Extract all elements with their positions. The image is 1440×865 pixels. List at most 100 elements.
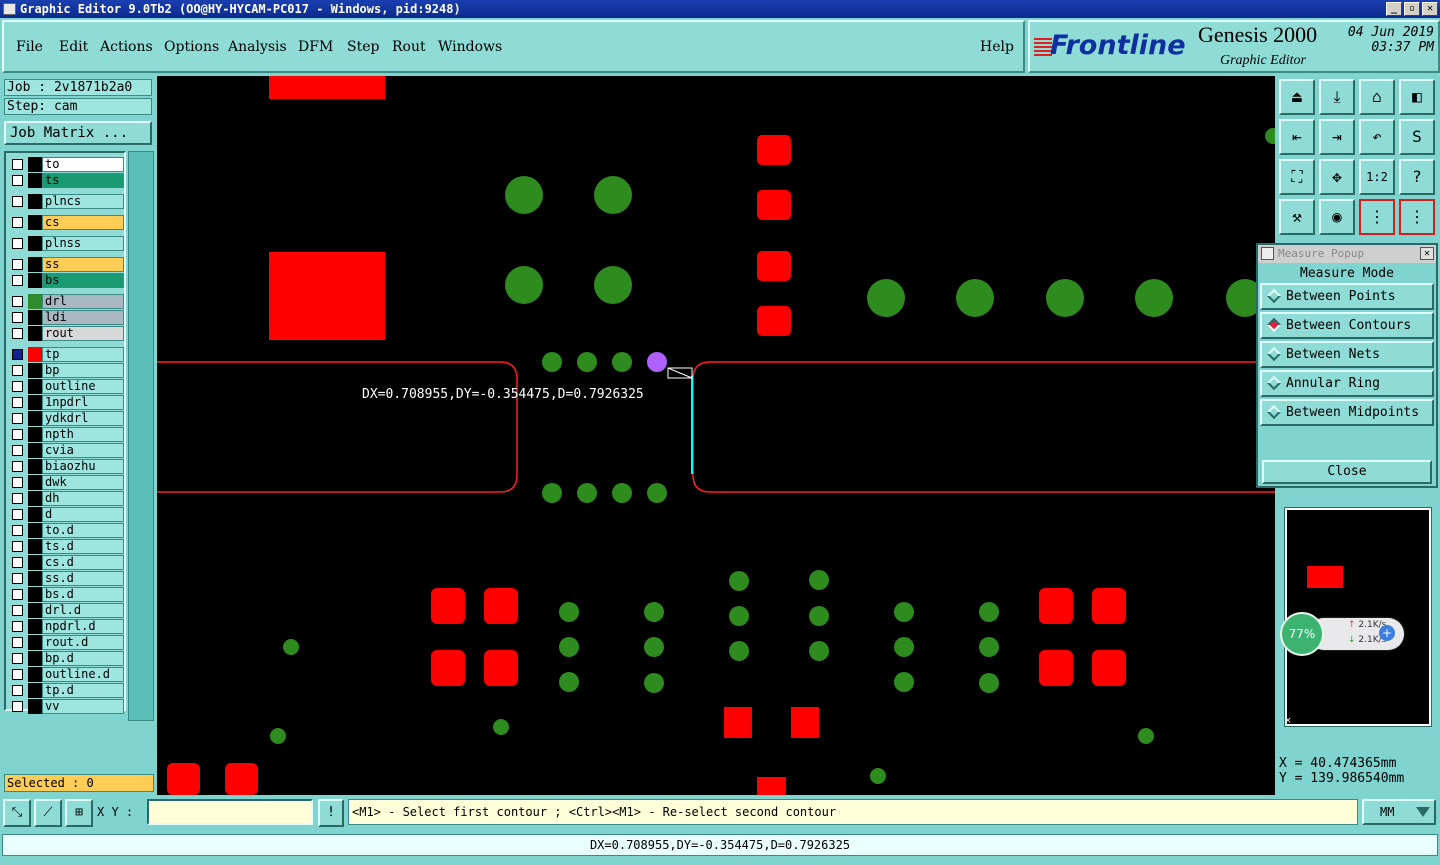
menu-edit[interactable]: Edit [59, 39, 88, 55]
record-icon[interactable]: ◉ [1319, 199, 1355, 235]
layer-checkbox[interactable] [12, 605, 23, 616]
color-layers-alt-icon[interactable]: ⋮ [1399, 199, 1435, 235]
layer-name[interactable]: drl.d [42, 603, 124, 618]
layer-checkbox[interactable] [12, 312, 23, 323]
layer-name[interactable]: ydkdrl [42, 411, 124, 426]
layer-name[interactable]: ts.d [42, 539, 124, 554]
layer-checkbox[interactable] [12, 196, 23, 207]
layer-row-ss-d[interactable]: ss.d [8, 571, 124, 586]
layer-checkbox[interactable] [12, 217, 23, 228]
layer-name[interactable]: to.d [42, 523, 124, 538]
layer-row-1npdrl[interactable]: 1npdrl [8, 395, 124, 410]
measure-option-between-points[interactable]: Between Points [1260, 283, 1434, 310]
menu-help[interactable]: Help [980, 39, 1014, 55]
layer-name[interactable]: to [42, 157, 124, 172]
layer-name[interactable]: biaozhu [42, 459, 124, 474]
layer-row-tp-d[interactable]: tp.d [8, 683, 124, 698]
layer-name[interactable]: plnss [42, 236, 124, 251]
layer-row-biaozhu[interactable]: biaozhu [8, 459, 124, 474]
layer-row-ss[interactable]: ss [8, 257, 124, 272]
menu-analysis[interactable]: Analysis [228, 39, 287, 55]
layer-name[interactable]: outline.d [42, 667, 124, 682]
panel-icon[interactable]: ◧ [1399, 79, 1435, 115]
layer-checkbox[interactable] [12, 621, 23, 632]
layer-checkbox[interactable] [12, 365, 23, 376]
measure-option-annular-ring[interactable]: Annular Ring [1260, 370, 1434, 397]
layer-checkbox[interactable] [12, 477, 23, 488]
layer-checkbox[interactable] [12, 238, 23, 249]
layer-row-ts[interactable]: ts [8, 173, 124, 188]
home-up-icon[interactable]: ⏏ [1279, 79, 1315, 115]
layer-checkbox[interactable] [12, 429, 23, 440]
layer-row-cs[interactable]: cs [8, 215, 124, 230]
layer-checkbox[interactable] [12, 637, 23, 648]
layer-row-ldi[interactable]: ldi [8, 310, 124, 325]
plus-icon[interactable]: + [1379, 625, 1395, 641]
layer-row-cvia[interactable]: cvia [8, 443, 124, 458]
layer-row-bp[interactable]: bp [8, 363, 124, 378]
layer-row-dwk[interactable]: dwk [8, 475, 124, 490]
layer-name[interactable]: drl [42, 294, 124, 309]
measure-option-between-midpoints[interactable]: Between Midpoints [1260, 399, 1434, 426]
graphic-canvas[interactable]: DX=0.708955,DY=-0.354475,D=0.7926325 [157, 76, 1275, 795]
layer-checkbox[interactable] [12, 557, 23, 568]
layer-name[interactable]: rout [42, 326, 124, 341]
measure-tool-icon[interactable]: ⟋ [34, 799, 62, 827]
layer-row-drl[interactable]: drl [8, 294, 124, 309]
layer-row-plncs[interactable]: plncs [8, 194, 124, 209]
layer-name[interactable]: ss [42, 257, 124, 272]
layer-row-d[interactable]: d [8, 507, 124, 522]
scale-one-two-icon[interactable]: 1:2 [1359, 159, 1395, 195]
layer-name[interactable]: 1npdrl [42, 395, 124, 410]
layer-row-rout-d[interactable]: rout.d [8, 635, 124, 650]
layer-checkbox[interactable] [12, 159, 23, 170]
layer-checkbox[interactable] [12, 328, 23, 339]
measure-option-between-contours[interactable]: Between Contours [1260, 312, 1434, 339]
home-down-icon[interactable]: ⤓ [1319, 79, 1355, 115]
network-monitor-widget[interactable]: ↑ 2.1K/s ↓ 2.1K/s + 77% [1280, 612, 1404, 656]
layer-name[interactable]: ldi [42, 310, 124, 325]
layer-name[interactable]: tp.d [42, 683, 124, 698]
layer-row-vv[interactable]: vv [8, 699, 124, 714]
layer-name[interactable]: cs [42, 215, 124, 230]
layer-checkbox[interactable] [12, 175, 23, 186]
home-icon[interactable]: ⌂ [1359, 79, 1395, 115]
layer-checkbox[interactable] [12, 493, 23, 504]
layer-row-tp[interactable]: tp [8, 347, 124, 362]
layer-row-npdrl-d[interactable]: npdrl.d [8, 619, 124, 634]
layer-row-rout[interactable]: rout [8, 326, 124, 341]
layer-name[interactable]: d [42, 507, 124, 522]
xy-input[interactable] [147, 799, 313, 825]
maximize-button[interactable]: ▫ [1404, 2, 1420, 16]
menu-step[interactable]: Step [347, 39, 379, 55]
close-window-button[interactable]: ✕ [1422, 2, 1438, 16]
zoom-fit-icon[interactable]: ⛶ [1279, 159, 1315, 195]
menu-dfm[interactable]: DFM [298, 39, 333, 55]
layer-row-outline[interactable]: outline [8, 379, 124, 394]
units-select[interactable]: MM [1362, 799, 1436, 825]
layer-checkbox[interactable] [12, 669, 23, 680]
grid-icon[interactable]: ⊞ [65, 799, 93, 827]
layer-name[interactable]: dh [42, 491, 124, 506]
layer-row-drl-d[interactable]: drl.d [8, 603, 124, 618]
layer-checkbox[interactable] [12, 573, 23, 584]
layer-name[interactable]: dwk [42, 475, 124, 490]
minimize-button[interactable]: _ [1386, 2, 1402, 16]
layer-name[interactable]: npdrl.d [42, 619, 124, 634]
layer-checkbox[interactable] [12, 589, 23, 600]
layer-row-to-d[interactable]: to.d [8, 523, 124, 538]
layer-name[interactable]: ss.d [42, 571, 124, 586]
help-icon[interactable]: ? [1399, 159, 1435, 195]
layer-name[interactable]: bp [42, 363, 124, 378]
layer-checkbox[interactable] [12, 461, 23, 472]
tools-icon[interactable]: ⚒ [1279, 199, 1315, 235]
menu-windows[interactable]: Windows [438, 39, 502, 55]
layer-checkbox[interactable] [12, 685, 23, 696]
menu-options[interactable]: Options [164, 39, 219, 55]
job-matrix-button[interactable]: Job Matrix ... [4, 121, 152, 145]
layer-row-cs-d[interactable]: cs.d [8, 555, 124, 570]
layer-name[interactable]: rout.d [42, 635, 124, 650]
measure-option-between-nets[interactable]: Between Nets [1260, 341, 1434, 368]
menu-rout[interactable]: Rout [392, 39, 426, 55]
layer-row-bs-d[interactable]: bs.d [8, 587, 124, 602]
